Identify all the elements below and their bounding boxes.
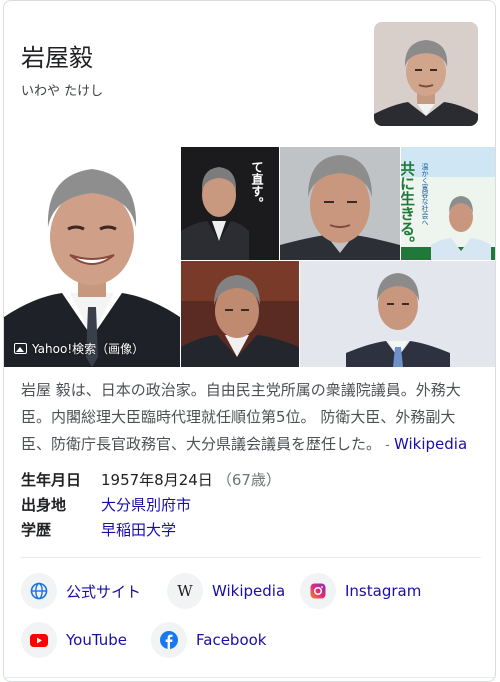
gallery-image-suit[interactable]	[300, 261, 495, 367]
poster-text: て直す。	[250, 161, 264, 209]
entity-description: 岩屋 毅は、日本の政治家。自由民主党所属の衆議院議員。外務大臣。内閣総理大臣臨時…	[21, 377, 483, 459]
facebook-link[interactable]: Facebook	[151, 622, 266, 658]
wikipedia-link[interactable]: W Wikipedia	[167, 573, 285, 609]
official-site-label: 公式サイト	[66, 582, 142, 601]
fact-value: 1957年8月24日 （67歳）	[101, 469, 281, 490]
panel-header: 岩屋毅 いわや たけし	[4, 1, 495, 147]
wikipedia-label: Wikipedia	[212, 582, 286, 600]
education-link[interactable]: 早稲田大学	[101, 521, 176, 539]
entity-title: 岩屋毅	[21, 44, 93, 72]
portrait-image	[280, 147, 400, 260]
image-icon	[14, 343, 27, 354]
youtube-icon	[21, 622, 57, 658]
facebook-icon	[151, 622, 187, 658]
birth-date: 1957年8月24日	[101, 471, 213, 489]
entity-reading: いわや たけし	[21, 84, 104, 99]
wikipedia-icon: W	[167, 573, 203, 609]
divider	[4, 677, 495, 678]
gallery-image-main[interactable]: Yahoo!検索（画像）	[4, 147, 180, 367]
official-site-link[interactable]: 公式サイト	[21, 573, 141, 609]
instagram-link[interactable]: Instagram	[300, 573, 421, 609]
fact-label: 生年月日	[21, 471, 82, 489]
gallery-image-parliament[interactable]	[181, 261, 299, 367]
fact-origin: 出身地 大分県別府市	[21, 492, 481, 517]
age: （67歳）	[216, 471, 281, 489]
gallery-image-poster-1[interactable]: て直す。	[181, 147, 279, 260]
knowledge-panel: 岩屋毅 いわや たけし Yahoo!検索（画像） て直す。 共に生きる。 温かく…	[3, 0, 496, 682]
gallery-image-closeup[interactable]	[280, 147, 400, 260]
description-source-link[interactable]: Wikipedia	[394, 435, 467, 453]
youtube-label: YouTube	[66, 631, 127, 649]
poster-text: 共に生きる。	[401, 161, 416, 251]
portrait-image	[374, 22, 478, 126]
instagram-label: Instagram	[345, 582, 422, 600]
youtube-link[interactable]: YouTube	[21, 622, 127, 658]
poster-image: て直す。	[181, 147, 279, 260]
poster-subtext: 温かく寛容な社会へ	[421, 162, 429, 226]
fact-list: 生年月日 1957年8月24日 （67歳） 出身地 大分県別府市 学歴 早稲田大学	[21, 467, 481, 542]
portrait-image	[4, 147, 180, 367]
origin-link[interactable]: 大分県別府市	[101, 496, 191, 514]
fact-birth: 生年月日 1957年8月24日 （67歳）	[21, 467, 481, 492]
image-source-badge[interactable]: Yahoo!検索（画像）	[14, 340, 144, 357]
image-gallery: Yahoo!検索（画像） て直す。 共に生きる。 温かく寛容な社会へ	[4, 147, 495, 367]
poster-image: 共に生きる。 温かく寛容な社会へ	[401, 147, 495, 260]
entity-thumbnail[interactable]	[374, 22, 478, 126]
divider	[21, 557, 481, 558]
gallery-image-poster-2[interactable]: 共に生きる。 温かく寛容な社会へ	[401, 147, 495, 260]
description-separator: -	[381, 438, 394, 453]
globe-icon	[21, 573, 57, 609]
instagram-icon	[300, 573, 336, 609]
fact-education: 学歴 早稲田大学	[21, 517, 481, 542]
portrait-image	[181, 261, 299, 367]
fact-label: 出身地	[21, 496, 67, 514]
image-source-label: Yahoo!検索（画像）	[32, 342, 145, 356]
facebook-label: Facebook	[196, 631, 267, 649]
fact-label: 学歴	[21, 521, 52, 539]
portrait-image	[300, 261, 495, 367]
